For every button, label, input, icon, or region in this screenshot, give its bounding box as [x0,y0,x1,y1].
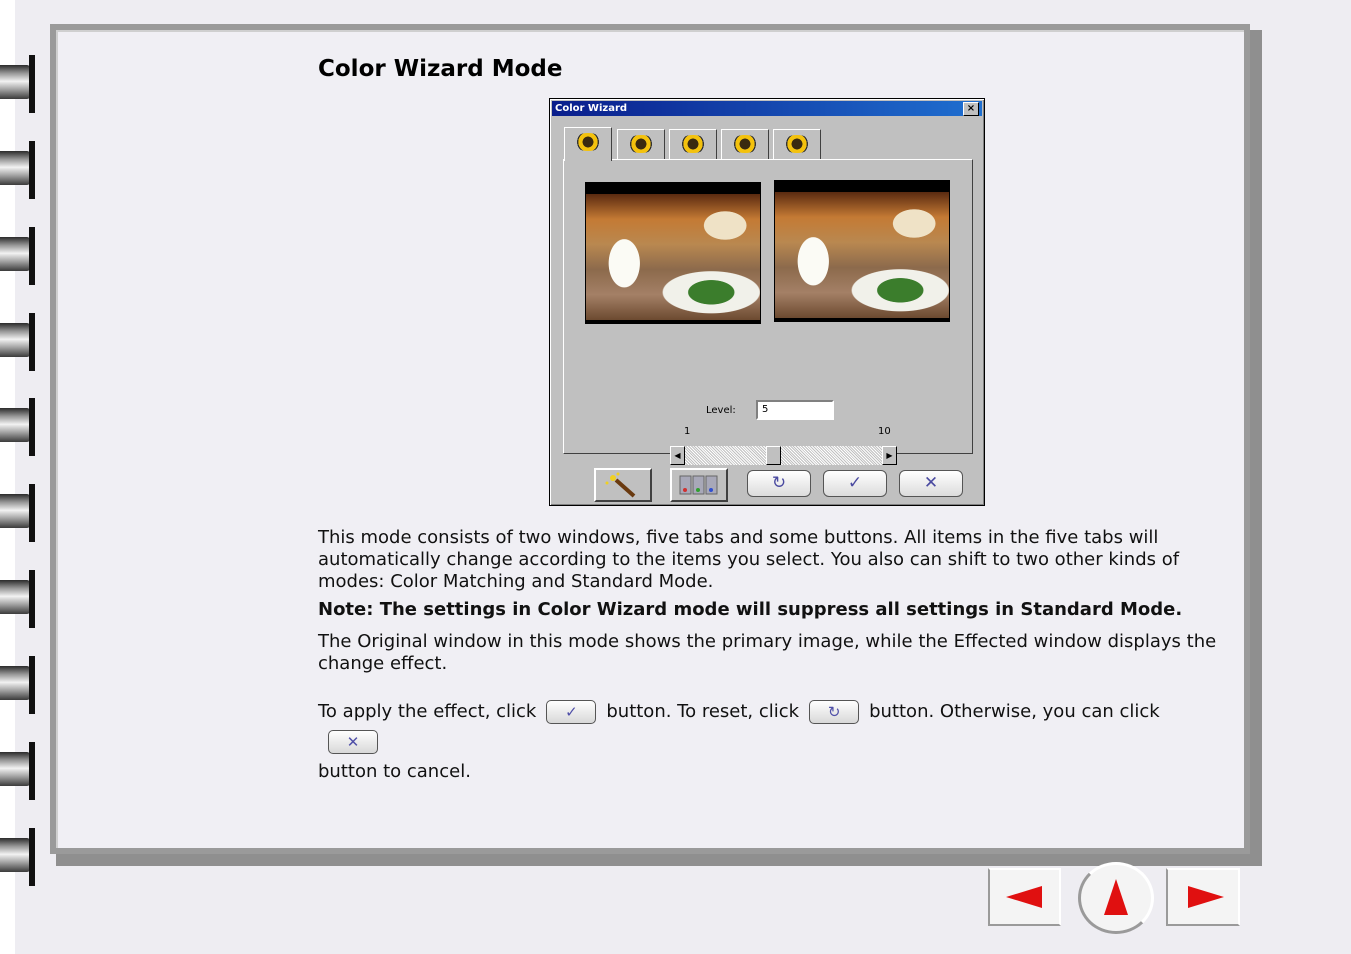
dialog-titlebar: Color Wizard × [552,101,982,116]
binder-ring [0,742,36,800]
binder-ring [0,656,36,714]
reset-button-sample: ↻ [809,700,860,724]
binder-ring [0,227,36,285]
arrow-up-icon [1104,879,1128,915]
sunflower-icon [730,135,760,153]
binder-ring [0,828,36,886]
color-samples-icon [679,475,718,495]
tab-2[interactable] [617,129,665,159]
up-page-button[interactable] [1078,862,1154,934]
binder-ring [0,484,36,542]
tab-1[interactable] [564,127,612,161]
binder-ring [0,55,36,113]
sunflower-icon [626,135,656,153]
windows-paragraph: The Original window in this mode shows t… [318,631,1217,674]
page-title: Color Wizard Mode [318,56,563,82]
binder-ring [0,141,36,199]
wizard-button[interactable] [594,468,652,502]
tab-3[interactable] [669,129,717,159]
level-input[interactable]: 5 [756,400,834,420]
cancel-instruction: button. Otherwise, you can click [869,701,1160,722]
apply-button[interactable]: ✓ [823,470,887,497]
cancel-ending: button to cancel. [318,761,471,782]
dialog-title: Color Wizard [555,103,628,114]
reset-instruction: button. To reset, click [606,701,800,722]
next-page-button[interactable] [1166,868,1240,926]
cancel-button[interactable]: ✕ [899,470,963,497]
sunflower-icon [573,133,603,151]
level-slider[interactable]: ◀ ▶ [670,446,897,465]
note-paragraph: Note: The settings in Color Wizard mode … [318,599,1183,620]
slider-min-label: 1 [684,426,691,437]
slider-left-arrow-icon[interactable]: ◀ [670,446,685,465]
binder-ring [0,570,36,628]
level-label: Level: [706,405,736,416]
cancel-button-sample: ✕ [328,730,378,754]
effected-window [774,180,950,322]
slider-max-label: 10 [878,426,891,437]
reset-button[interactable]: ↻ [747,470,811,497]
sunflower-icon [678,135,708,153]
tab-panel: Level: 5 1 10 ◀ ▶ [563,159,973,465]
arrow-left-icon [1006,886,1042,908]
tab-5[interactable] [773,129,821,159]
buttons-paragraph: To apply the effect, click ✓ button. To re… [318,697,1218,787]
apply-instruction: To apply the effect, click [318,701,537,722]
slider-thumb[interactable] [766,446,781,465]
sunflower-icon [782,135,812,153]
close-icon[interactable]: × [963,102,979,116]
apply-button-sample: ✓ [546,700,597,724]
color-wizard-dialog: Color Wizard × Level: 5 1 10 ◀ ▶ ↻ ✓ ✕ [549,98,985,506]
slider-right-arrow-icon[interactable]: ▶ [882,446,897,465]
magic-wand-icon [605,472,636,498]
binder-ring [0,398,36,456]
tab-4[interactable] [721,129,769,159]
previous-page-button[interactable] [988,868,1061,926]
color-samples-button[interactable] [670,468,728,502]
arrow-right-icon [1188,886,1224,908]
original-window [585,182,761,324]
description-paragraph: This mode consists of two windows, five … [318,527,1180,592]
binder-ring [0,313,36,371]
